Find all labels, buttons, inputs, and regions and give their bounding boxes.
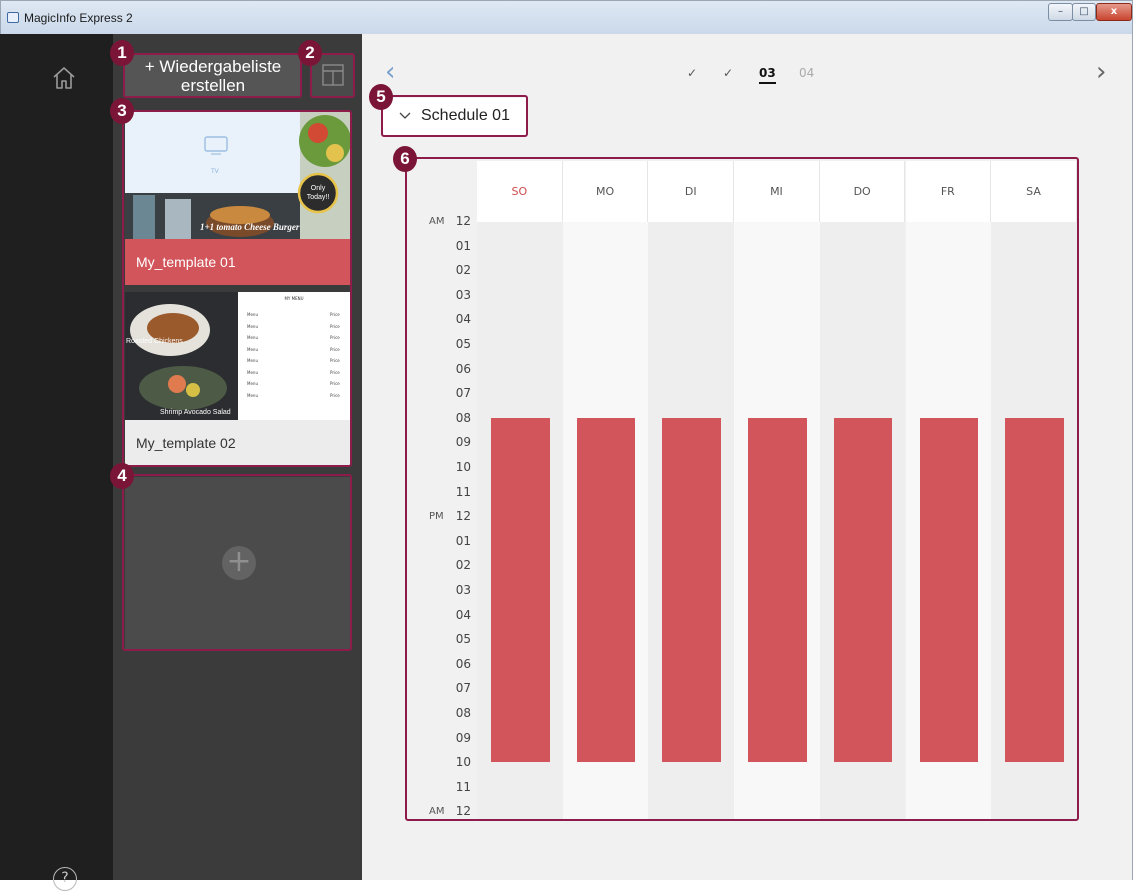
menu-price: Price bbox=[330, 335, 340, 340]
menu-price: Price bbox=[330, 392, 340, 398]
hour-label: 09 bbox=[455, 435, 471, 450]
hour-label: 10 bbox=[455, 460, 471, 474]
create-playlist-button[interactable]: + Wiedergabeliste erstellen bbox=[125, 55, 301, 96]
day-header-do: DO bbox=[819, 161, 906, 222]
schedule-block-fr[interactable] bbox=[919, 417, 979, 763]
tv-caption: TV bbox=[211, 168, 219, 175]
menu-caption-1: Roasted Chickens bbox=[126, 338, 183, 345]
ampm-label: AM bbox=[429, 216, 445, 227]
ampm-label: AM bbox=[429, 806, 445, 818]
day-header-di: DI bbox=[648, 161, 735, 222]
schedule-block-so[interactable] bbox=[491, 417, 550, 763]
menu-item: Menu bbox=[247, 358, 258, 363]
menu-price: Price bbox=[330, 381, 340, 386]
badge-1: 1 bbox=[110, 40, 134, 66]
schedule-block-mo[interactable] bbox=[576, 417, 636, 763]
hour-label: 05 bbox=[455, 337, 471, 351]
close-button[interactable]: x bbox=[1096, 3, 1132, 21]
menu-price: Price bbox=[330, 323, 340, 329]
hour-label: 04 bbox=[455, 312, 471, 327]
schedule-block-mi[interactable] bbox=[748, 417, 807, 763]
badge-3: 3 bbox=[110, 98, 134, 124]
maximize-button[interactable]: □ bbox=[1072, 3, 1096, 21]
badge-4: 4 bbox=[110, 463, 134, 489]
schedule-block-di[interactable] bbox=[662, 417, 722, 763]
hour-label: 01 bbox=[455, 238, 471, 253]
badge-2: 2 bbox=[298, 40, 322, 66]
hour-label: 03 bbox=[455, 287, 471, 302]
template-name: My_template 01 bbox=[125, 239, 350, 285]
template-thumbnail: Roasted Chickens Shrimp Avocado Salad MY… bbox=[125, 292, 350, 420]
hour-label: 07 bbox=[455, 681, 471, 696]
menu-price: Price bbox=[330, 312, 340, 317]
ampm-label: PM bbox=[429, 511, 444, 523]
menu-price: Price bbox=[330, 369, 340, 375]
promo-headline: 1+1 tomato Cheese Burger bbox=[200, 222, 300, 232]
prev-step-icon[interactable]: ‹ bbox=[385, 57, 395, 87]
promo-text: Only Today!! bbox=[306, 185, 330, 201]
menu-price: Price bbox=[330, 346, 340, 352]
minimize-button[interactable]: – bbox=[1048, 3, 1073, 21]
badge-5: 5 bbox=[369, 84, 393, 110]
hour-label: 02 bbox=[455, 558, 471, 573]
step-4[interactable]: 04 bbox=[799, 66, 814, 80]
day-header-so: SO bbox=[477, 161, 563, 222]
hour-label: 04 bbox=[455, 607, 471, 622]
app-icon bbox=[7, 12, 19, 23]
schedule-block-do[interactable] bbox=[833, 417, 893, 763]
step-3-current[interactable]: 03 bbox=[759, 66, 776, 84]
add-icon: + bbox=[222, 546, 256, 580]
hour-label: 09 bbox=[455, 730, 471, 745]
menu-caption-2: Shrimp Avocado Salad bbox=[160, 409, 231, 416]
hour-label: 10 bbox=[455, 755, 471, 770]
hour-label: 07 bbox=[455, 386, 471, 401]
hour-label: 06 bbox=[455, 361, 471, 376]
hour-label: 08 bbox=[455, 410, 471, 425]
hour-label: 11 bbox=[455, 779, 471, 794]
template-name: My_template 02 bbox=[125, 420, 350, 465]
hour-label: 06 bbox=[455, 656, 471, 671]
day-header-mi: MI bbox=[734, 161, 820, 222]
chevron-down-icon bbox=[399, 98, 411, 147]
schedule-block-sa[interactable] bbox=[1005, 417, 1064, 763]
hour-label: 02 bbox=[455, 263, 471, 278]
hour-label: 03 bbox=[455, 583, 471, 597]
left-nav: ? bbox=[0, 34, 113, 891]
badge-6: 6 bbox=[393, 146, 417, 172]
menu-title: MY MENU bbox=[284, 296, 304, 301]
menu-item: Menu bbox=[247, 323, 258, 329]
weekly-schedule-grid: SO MO DI MI DO FR SA 12 01 02 03 04 05 06 07 08 09 10 11 12… bbox=[407, 159, 1077, 819]
day-header-mo: MO bbox=[562, 161, 649, 222]
menu-item: Menu bbox=[247, 381, 258, 386]
next-step-icon[interactable]: › bbox=[1096, 57, 1106, 87]
schedule-dropdown-label: Schedule 01 bbox=[421, 107, 510, 124]
step-2-check-icon[interactable]: ✓ bbox=[723, 66, 733, 80]
hour-label: 05 bbox=[455, 632, 471, 647]
menu-item: Menu bbox=[247, 392, 258, 398]
step-1-check-icon[interactable]: ✓ bbox=[687, 66, 697, 80]
menu-item: Menu bbox=[247, 312, 258, 317]
window-title: MagicInfo Express 2 bbox=[24, 11, 133, 25]
hour-label: 01 bbox=[455, 533, 471, 548]
schedule-dropdown[interactable]: Schedule 01 bbox=[383, 98, 526, 135]
menu-price: Price bbox=[330, 358, 340, 363]
add-template-card[interactable]: + bbox=[125, 477, 350, 649]
day-header-sa: SA bbox=[991, 161, 1077, 222]
menu-item: Menu bbox=[247, 346, 258, 352]
template-card-1[interactable]: TV Only Today!! 1+1 tomato Cheese Burger… bbox=[125, 111, 350, 285]
help-icon[interactable]: ? bbox=[53, 867, 77, 891]
menu-item: Menu bbox=[247, 335, 258, 340]
day-header-fr: FR bbox=[905, 161, 992, 222]
menu-item: Menu bbox=[247, 369, 258, 375]
home-icon[interactable] bbox=[50, 64, 78, 92]
title-bar: MagicInfo Express 2 – □ x bbox=[1, 1, 1132, 35]
template-card-2[interactable]: Roasted Chickens Shrimp Avocado Salad MY… bbox=[125, 292, 350, 465]
hour-label: 08 bbox=[455, 706, 471, 720]
hour-label: 11 bbox=[455, 484, 471, 499]
template-thumbnail: TV Only Today!! 1+1 tomato Cheese Burger bbox=[125, 111, 350, 239]
